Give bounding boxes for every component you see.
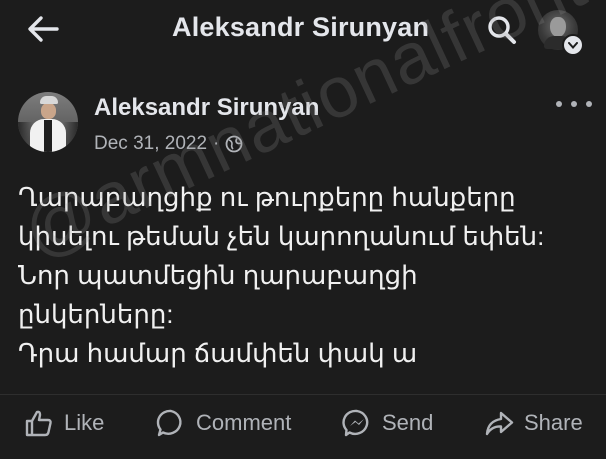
more-options-button[interactable] xyxy=(556,92,592,116)
profile-avatar-button[interactable] xyxy=(538,10,584,56)
page-title: Aleksandr Sirunyan xyxy=(172,12,430,42)
send-label: Send xyxy=(382,410,434,435)
back-button[interactable] xyxy=(24,12,62,46)
search-icon xyxy=(488,16,516,44)
post-date[interactable]: Dec 31, 2022 xyxy=(94,133,207,155)
post-text-line: Դրա համար ճամփեն փակ ա xyxy=(18,338,418,368)
meta-separator: · xyxy=(213,133,220,154)
post-text-line: Ղարաբաղցիք ու թուրքերը հանքերը xyxy=(18,182,516,212)
avatar-shirt-stripe xyxy=(44,120,52,152)
post-text-line: Նոր պատմեցին ղարաբաղցի xyxy=(18,260,418,290)
like-label: Like xyxy=(64,410,105,435)
post-header: Aleksandr Sirunyan Dec 31, 2022 · xyxy=(0,86,606,158)
comment-button[interactable]: Comment xyxy=(156,403,291,443)
arrow-left-icon xyxy=(28,16,59,42)
share-icon xyxy=(485,411,514,436)
send-button[interactable]: Send xyxy=(342,403,433,443)
avatar-face xyxy=(550,17,566,37)
more-horizontal-icon-dot xyxy=(556,101,562,107)
chevron-down-icon xyxy=(562,34,584,56)
thumbs-up-icon xyxy=(25,410,52,437)
messenger-icon xyxy=(342,409,369,437)
comment-icon xyxy=(156,409,182,437)
more-horizontal-icon-dot xyxy=(586,101,592,107)
like-button[interactable]: Like xyxy=(24,403,104,443)
post-actions: Like Comment Send Share xyxy=(0,394,606,451)
author-name[interactable]: Aleksandr Sirunyan xyxy=(94,94,319,122)
post-body: Ղարաբաղցիք ու թուրքերը հանքերը կիսելու թ… xyxy=(18,178,598,373)
comment-label: Comment xyxy=(196,410,292,435)
post-text-line: ընկերները: xyxy=(18,299,174,329)
author-avatar[interactable] xyxy=(18,92,78,152)
search-button[interactable] xyxy=(484,12,520,48)
share-label: Share xyxy=(524,410,583,435)
post-meta: Dec 31, 2022 · xyxy=(94,133,243,155)
avatar-hat xyxy=(40,96,58,104)
more-horizontal-icon-dot xyxy=(571,101,577,107)
globe-icon xyxy=(225,135,243,153)
share-button[interactable]: Share xyxy=(484,403,583,443)
top-bar: Aleksandr Sirunyan xyxy=(0,0,606,62)
avatar-head xyxy=(41,103,56,119)
post-text-line: կիսելու թեման չեն կարողանում եփեն: xyxy=(18,221,545,251)
